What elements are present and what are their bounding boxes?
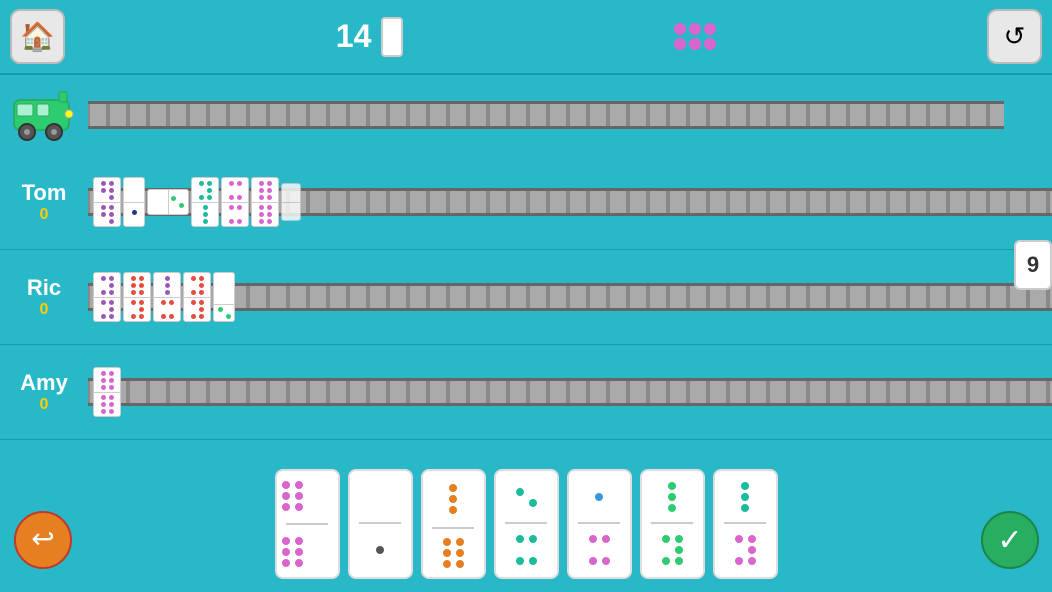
undo-icon: ↩	[13, 510, 73, 570]
top-bar: 🏠 14 ↺	[0, 0, 1052, 75]
amy-track	[88, 345, 1052, 440]
home-icon: 🏠	[20, 20, 55, 53]
hand-domino-7[interactable]	[713, 469, 778, 579]
player-score-amy: 0	[0, 396, 88, 414]
player-row-ric: Ric 0	[0, 250, 1052, 345]
amy-dominoes	[93, 367, 121, 417]
domino[interactable]	[221, 177, 249, 227]
player-row-tom: Tom 0	[0, 155, 1052, 250]
player-score-ric: 0	[0, 301, 88, 319]
hand-domino-1[interactable]	[275, 469, 340, 579]
undo-button[interactable]: ↩	[10, 507, 75, 572]
hand-domino-2[interactable]	[348, 469, 413, 579]
domino[interactable]	[93, 367, 121, 417]
center-station-dots	[674, 23, 716, 50]
hand-domino-3[interactable]	[421, 469, 486, 579]
domino[interactable]	[191, 177, 219, 227]
domino[interactable]	[123, 272, 151, 322]
tom-dominoes	[93, 177, 301, 227]
game-area: 🏠 14 ↺	[0, 0, 1052, 592]
confirm-icon: ✓	[980, 510, 1040, 570]
confirm-button[interactable]: ✓	[977, 507, 1042, 572]
player-name-amy: Amy	[0, 370, 88, 396]
domino[interactable]	[123, 177, 145, 227]
amy-score-badge: 9	[1014, 240, 1052, 290]
tracks-area: Tom 0	[0, 75, 1052, 455]
player-label-tom: Tom 0	[0, 180, 88, 224]
player-name-tom: Tom	[0, 180, 88, 206]
player-label-ric: Ric 0	[0, 275, 88, 319]
player-name-ric: Ric	[0, 275, 88, 301]
player-score-tom: 0	[0, 206, 88, 224]
hand-domino-4[interactable]	[494, 469, 559, 579]
refresh-icon: ↺	[1004, 21, 1026, 52]
score-number: 14	[336, 18, 372, 55]
ric-track	[88, 250, 1052, 345]
train-icon	[0, 80, 88, 150]
home-button[interactable]: 🏠	[10, 9, 65, 64]
ric-dominoes	[93, 272, 235, 322]
domino[interactable]	[93, 272, 121, 322]
tom-track	[88, 155, 1052, 250]
domino[interactable]	[93, 177, 121, 227]
hand-domino-5[interactable]	[567, 469, 632, 579]
refresh-button[interactable]: ↺	[987, 9, 1042, 64]
domino[interactable]	[183, 272, 211, 322]
hand-domino-6[interactable]	[640, 469, 705, 579]
score-domino	[381, 17, 403, 57]
score-area: 14	[336, 17, 404, 57]
train-svg	[9, 80, 79, 150]
domino[interactable]	[147, 189, 189, 215]
train-row	[0, 75, 1052, 155]
domino[interactable]	[281, 183, 301, 221]
player-row-amy: Amy 0	[0, 345, 1052, 440]
domino[interactable]	[213, 272, 235, 322]
domino[interactable]	[153, 272, 181, 322]
main-track	[88, 68, 1004, 163]
svg-text:↩: ↩	[31, 523, 54, 554]
svg-text:✓: ✓	[997, 524, 1022, 557]
bottom-area: ↩	[0, 455, 1052, 592]
player-label-amy: Amy 0	[0, 370, 88, 414]
domino[interactable]	[251, 177, 279, 227]
